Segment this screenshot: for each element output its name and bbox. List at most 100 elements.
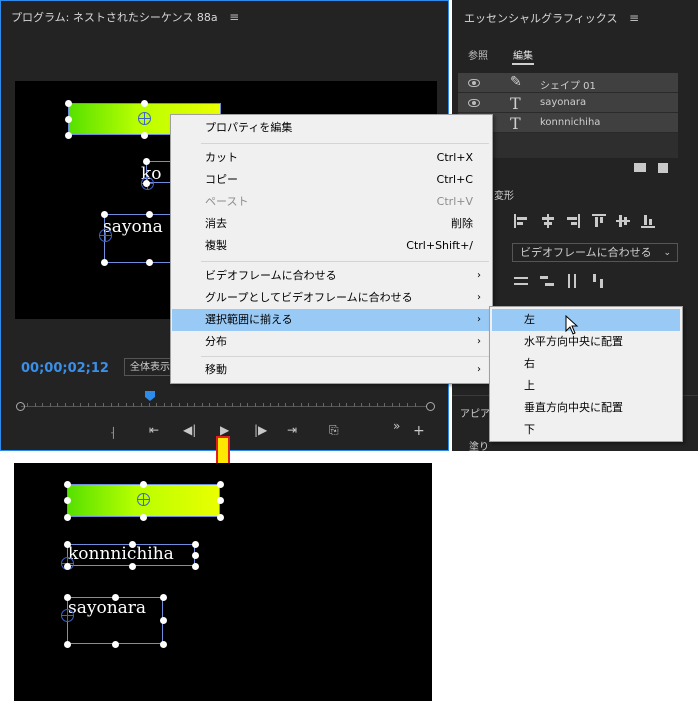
time-ruler[interactable] <box>16 391 435 417</box>
eye-icon[interactable] <box>468 99 480 107</box>
ruler-tick <box>255 403 256 407</box>
ruler-tick <box>87 403 89 407</box>
distribute-h-spacing-icon[interactable] <box>540 274 554 288</box>
zoom-level-dropdown[interactable]: 全体表示 <box>124 358 172 376</box>
align-left-icon[interactable] <box>514 214 528 228</box>
tab-edit[interactable]: 編集 <box>513 47 533 62</box>
menu-item-label: 分布 <box>205 335 227 348</box>
menu-item-fit-to-frame[interactable]: ビデオフレームに合わせる › <box>172 265 491 287</box>
resize-handle[interactable] <box>101 211 108 218</box>
anchor-point-icon[interactable] <box>138 112 151 125</box>
submenu-item-left[interactable]: 左 <box>492 309 680 331</box>
align-right-icon[interactable] <box>566 214 580 228</box>
resize-handle <box>160 617 167 624</box>
ruler-tick <box>346 403 348 407</box>
new-group-icon[interactable] <box>634 163 646 172</box>
submenu-item-top[interactable]: 上 <box>492 375 680 397</box>
menu-item-align-to-selection[interactable]: 選択範囲に揃える › <box>172 309 491 331</box>
layer-row-sayonara[interactable]: T sayonara <box>458 93 678 113</box>
more-controls-icon[interactable]: » <box>393 419 400 433</box>
layer-row-shape[interactable]: ✎ シェイプ 01 <box>458 73 678 93</box>
submenu-arrow-icon: › <box>477 336 481 347</box>
anchor-point-icon <box>61 609 74 622</box>
panel-menu-icon[interactable]: ≡ <box>629 11 639 25</box>
ruler-tick <box>186 403 188 407</box>
distribute-v-spacing-icon[interactable] <box>591 274 605 288</box>
ruler-tick <box>369 403 370 407</box>
menu-item-clear[interactable]: 消去 削除 <box>172 213 491 235</box>
align-top-icon[interactable] <box>592 214 606 228</box>
ruler-tick <box>239 403 241 407</box>
in-point-handle[interactable] <box>16 402 25 411</box>
resize-handle[interactable] <box>65 116 72 123</box>
resize-handle[interactable] <box>65 100 72 107</box>
ruler-tick <box>338 403 340 407</box>
align-to-dropdown[interactable]: ビデオフレームに合わせる ⌄ <box>512 243 678 262</box>
export-frame-icon[interactable]: ⎘ <box>329 423 339 438</box>
pen-icon: ✎ <box>510 74 522 90</box>
submenu-item-label: 左 <box>524 313 535 326</box>
resize-handle[interactable] <box>141 100 148 107</box>
eye-icon[interactable] <box>468 79 480 87</box>
ruler-tick <box>49 403 51 407</box>
distribute-v-icon[interactable] <box>565 274 579 288</box>
menu-item-fit-group-to-frame[interactable]: グループとしてビデオフレームに合わせる › <box>172 287 491 309</box>
menu-item-label: グループとしてビデオフレームに合わせる <box>205 291 413 304</box>
resize-handle[interactable] <box>143 158 150 165</box>
resize-handle <box>192 541 199 548</box>
ruler-tick <box>141 403 142 407</box>
anchor-point-icon[interactable] <box>99 229 112 242</box>
menu-item-arrange[interactable]: 移動 › <box>172 359 491 381</box>
menu-item-label: プロパティを編集 <box>205 121 293 134</box>
menu-item-shortcut: Ctrl+V <box>436 195 473 208</box>
ruler-tick <box>95 403 97 407</box>
submenu-item-center-vertical[interactable]: 垂直方向中央に配置 <box>492 397 680 419</box>
mark-in-icon[interactable]: ⸡ <box>109 423 116 440</box>
step-back-icon[interactable]: ◀| <box>183 423 196 437</box>
resize-handle <box>217 481 224 488</box>
resize-handle[interactable] <box>101 259 108 266</box>
align-center-h-icon[interactable] <box>541 214 555 228</box>
menu-item-duplicate[interactable]: 複製 Ctrl+Shift+/ <box>172 235 491 257</box>
go-to-in-icon[interactable]: ⇤ <box>149 423 159 437</box>
panel-menu-icon[interactable]: ≡ <box>229 10 239 24</box>
submenu-item-right[interactable]: 右 <box>492 353 680 375</box>
ruler-tick <box>133 403 135 407</box>
ruler-tick <box>414 403 416 407</box>
tab-browse[interactable]: 参照 <box>468 47 488 62</box>
align-bottom-icon[interactable] <box>641 214 655 228</box>
resize-handle <box>192 552 199 559</box>
playhead-timecode[interactable]: 00;00;02;12 <box>21 361 109 376</box>
resize-handle[interactable] <box>146 211 153 218</box>
menu-separator <box>201 261 489 262</box>
play-icon[interactable]: ▶ <box>220 423 229 437</box>
align-center-v-icon[interactable] <box>616 214 630 228</box>
ruler-tick <box>57 403 59 407</box>
playhead-marker[interactable] <box>145 391 155 401</box>
menu-item-edit-properties[interactable]: プロパティを編集 <box>172 117 491 139</box>
resize-handle[interactable] <box>143 180 150 187</box>
out-point-handle[interactable] <box>426 402 435 411</box>
ruler-tick <box>232 403 234 407</box>
menu-item-distribute[interactable]: 分布 › <box>172 331 491 353</box>
resize-handle[interactable] <box>146 259 153 266</box>
new-layer-icon[interactable] <box>658 163 668 173</box>
submenu-item-bottom[interactable]: 下 <box>492 419 680 441</box>
menu-item-cut[interactable]: カット Ctrl+X <box>172 147 491 169</box>
submenu-item-center-horizontal[interactable]: 水平方向中央に配置 <box>492 331 680 353</box>
resize-handle[interactable] <box>65 132 72 139</box>
menu-separator <box>201 356 489 357</box>
step-forward-icon[interactable]: |▶ <box>254 423 267 437</box>
submenu-arrow-icon: › <box>477 292 481 303</box>
menu-item-label: 移動 <box>205 363 227 376</box>
resize-handle[interactable] <box>141 132 148 139</box>
add-button-icon[interactable]: + <box>413 423 425 439</box>
menu-item-copy[interactable]: コピー Ctrl+C <box>172 169 491 191</box>
distribute-h-icon[interactable] <box>514 274 528 288</box>
resize-handle <box>160 594 167 601</box>
go-to-out-icon[interactable]: ⇥ <box>287 423 297 437</box>
program-title-text: プログラム: ネストされたシーケンス 88a <box>11 11 218 24</box>
align-section-label: 変形 <box>494 191 514 202</box>
ruler-tick <box>125 403 127 407</box>
resize-handle <box>192 563 199 570</box>
